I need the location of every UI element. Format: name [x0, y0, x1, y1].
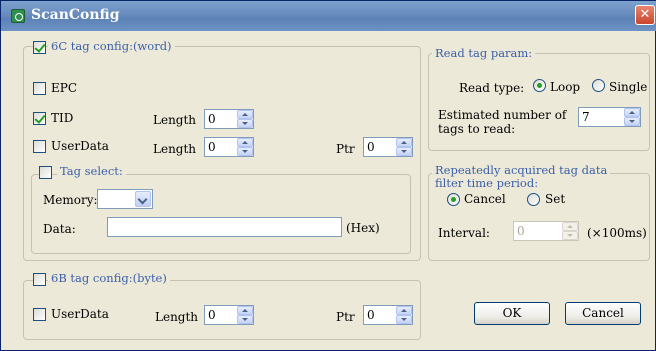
- tid-length-value: 0: [208, 112, 216, 126]
- spin-down-icon[interactable]: [396, 147, 412, 156]
- filter-set-radio[interactable]: [527, 193, 540, 206]
- tag6b-ptr-value: 0: [367, 308, 375, 322]
- filter-cancel-radio[interactable]: [447, 193, 460, 206]
- data-input[interactable]: [107, 217, 342, 237]
- interval-value: 0: [517, 224, 525, 238]
- estimated-label-line2: tags to read:: [438, 122, 516, 136]
- spin-up-icon[interactable]: [396, 306, 412, 315]
- single-radio[interactable]: [592, 79, 605, 92]
- spin-up-icon[interactable]: [624, 108, 640, 117]
- userdata-ptr-spinner[interactable]: 0: [363, 137, 413, 157]
- filter-legend-line2: filter time period:: [435, 176, 539, 190]
- userdata-checkbox[interactable]: [33, 140, 46, 153]
- cancel-button[interactable]: Cancel: [565, 302, 641, 325]
- tag6c-legend: 6C tag config:(word): [48, 39, 175, 53]
- scan-config-dialog: ScanConfig ✕ 6C tag config:(word) EPC TI…: [0, 0, 656, 351]
- tid-length-spinner[interactable]: 0: [204, 109, 254, 129]
- spin-down-icon[interactable]: [562, 231, 578, 240]
- epc-label: EPC: [51, 81, 78, 95]
- read-type-label: Read type:: [459, 81, 525, 95]
- userdata-length-label: Length: [153, 142, 197, 156]
- estimated-label-line1: Estimated number of: [438, 108, 567, 122]
- userdata-length-spinner[interactable]: 0: [204, 137, 254, 157]
- spin-down-icon[interactable]: [237, 147, 253, 156]
- title-bar[interactable]: ScanConfig ✕: [1, 1, 656, 31]
- interval-spinner[interactable]: 0: [513, 221, 579, 241]
- spin-down-icon[interactable]: [624, 117, 640, 126]
- tag-select-group: [31, 174, 411, 254]
- spin-down-icon[interactable]: [237, 119, 253, 128]
- ok-button[interactable]: OK: [474, 302, 550, 325]
- userdata-length-value: 0: [208, 140, 216, 154]
- filter-set-label: Set: [545, 192, 566, 206]
- tag-select-checkbox[interactable]: [39, 166, 52, 179]
- spin-up-icon[interactable]: [562, 222, 578, 231]
- userdata-ptr-value: 0: [367, 140, 375, 154]
- filter-legend: Repeatedly acquired tag data filter time…: [432, 163, 611, 190]
- data-label: Data:: [43, 222, 76, 236]
- tag6b-length-spinner[interactable]: 0: [204, 305, 254, 325]
- spin-up-icon[interactable]: [396, 138, 412, 147]
- tag6c-enable-checkbox[interactable]: [33, 41, 46, 54]
- tag6b-userdata-checkbox[interactable]: [33, 308, 46, 321]
- filter-cancel-label: Cancel: [464, 192, 506, 206]
- interval-label: Interval:: [438, 226, 490, 240]
- estimated-count-value: 7: [582, 110, 590, 124]
- spin-down-icon[interactable]: [396, 315, 412, 324]
- tid-checkbox[interactable]: [33, 112, 46, 125]
- interval-unit-label: (×100ms): [587, 226, 647, 240]
- estimated-label: Estimated number of tags to read:: [438, 108, 566, 136]
- window-title: ScanConfig: [31, 7, 120, 23]
- tag6b-legend: 6B tag config:(byte): [48, 271, 170, 285]
- userdata-label: UserData: [51, 139, 109, 153]
- filter-legend-line1: Repeatedly acquired tag data: [435, 163, 608, 177]
- tag6b-userdata-label: UserData: [51, 307, 109, 321]
- spin-up-icon[interactable]: [237, 110, 253, 119]
- tag6b-ptr-label: Ptr: [336, 310, 355, 324]
- spin-up-icon[interactable]: [237, 306, 253, 315]
- tag-select-legend: Tag select:: [57, 164, 126, 178]
- app-icon: [11, 9, 25, 23]
- tid-length-label: Length: [153, 113, 197, 127]
- loop-radio[interactable]: [533, 79, 546, 92]
- tag6b-enable-checkbox[interactable]: [33, 273, 46, 286]
- memory-label: Memory:: [43, 193, 98, 207]
- tag6b-length-label: Length: [155, 310, 199, 324]
- loop-label: Loop: [550, 80, 581, 94]
- tag6b-ptr-spinner[interactable]: 0: [363, 305, 413, 325]
- estimated-count-spinner[interactable]: 7: [578, 107, 641, 127]
- memory-select[interactable]: [97, 189, 153, 209]
- userdata-ptr-label: Ptr: [336, 142, 355, 156]
- single-label: Single: [609, 80, 648, 94]
- chevron-down-icon[interactable]: [135, 191, 151, 207]
- hex-label: (Hex): [346, 221, 380, 235]
- spin-down-icon[interactable]: [237, 315, 253, 324]
- epc-checkbox[interactable]: [33, 82, 46, 95]
- read-param-group: [428, 53, 650, 151]
- tag6b-length-value: 0: [208, 308, 216, 322]
- read-param-legend: Read tag param:: [432, 46, 536, 60]
- close-button[interactable]: ✕: [635, 5, 655, 25]
- tid-label: TID: [51, 111, 74, 125]
- spin-up-icon[interactable]: [237, 138, 253, 147]
